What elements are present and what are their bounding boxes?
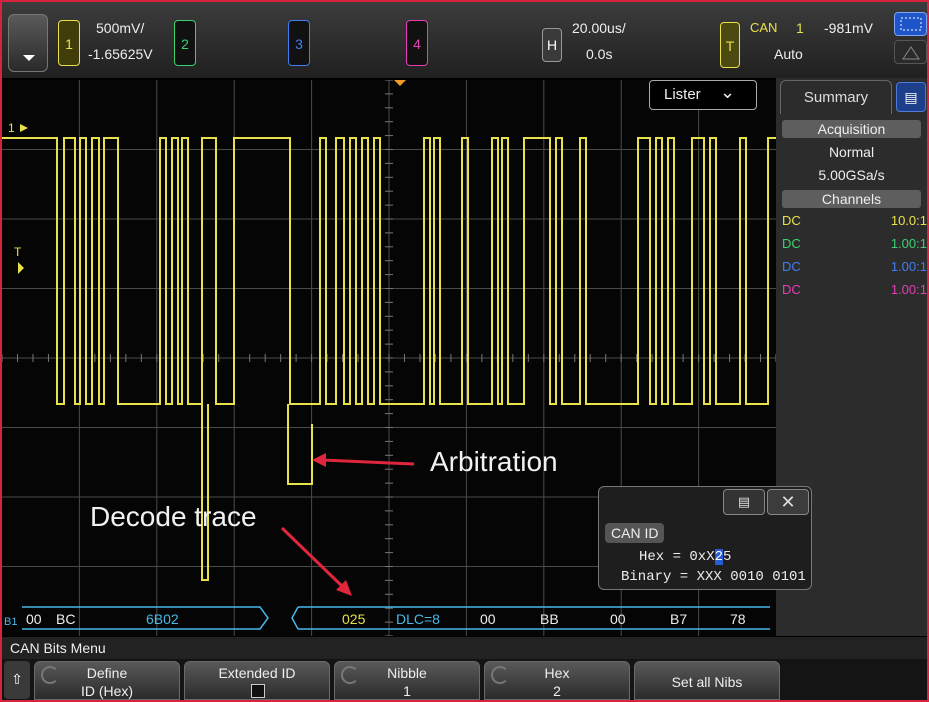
define-id-softkey[interactable]: Define ID (Hex)	[34, 661, 180, 700]
tab-summary[interactable]: Summary	[780, 80, 892, 114]
ch1-scale: 500mV/	[96, 20, 145, 36]
decode-field: 6B02	[146, 611, 179, 627]
hex-suffix: 5	[723, 549, 732, 565]
extended-id-softkey[interactable]: Extended ID	[184, 661, 330, 700]
set-all-nibs-softkey[interactable]: Set all Nibs	[634, 661, 780, 700]
decode-field: B7	[670, 611, 687, 627]
dialog-title: CAN ID	[605, 523, 665, 543]
coupling: DC	[782, 282, 801, 297]
probe-ratio: 1.00:1	[890, 259, 927, 274]
trigger-button[interactable]: T	[720, 22, 740, 68]
channel-2-button[interactable]: 2	[174, 20, 196, 66]
softkey-bar: ⇧ Define ID (Hex) Extended ID Nibble 1 H…	[2, 659, 927, 700]
hex-value[interactable]: Hex = 0xX25	[639, 549, 731, 565]
nibble-softkey[interactable]: Nibble 1	[334, 661, 480, 700]
softkey-label: Extended ID	[218, 665, 296, 681]
softkey-label: Set all Nibs	[671, 674, 743, 690]
trigger-level: -981mV	[824, 20, 874, 36]
timebase-value: 20.00us/	[572, 20, 626, 36]
menu-down-icon	[23, 55, 35, 61]
trigger-marker-label: T	[14, 245, 22, 259]
probe-ratio: 10.0:1	[890, 213, 927, 228]
trigger-mode: Auto	[774, 46, 803, 62]
channel-1-button[interactable]: 1	[58, 20, 80, 66]
chevron-down-icon: ⌄	[720, 82, 736, 102]
arbitration-annotation: Arbitration	[430, 446, 558, 477]
trigger-type: CAN	[750, 20, 778, 35]
list-icon[interactable]: ▤	[723, 489, 765, 515]
top-status-bar: 1 500mV/ -1.65625V 2 3 4 H 20.00us/ 0.0s…	[2, 2, 927, 78]
acquisition-mode: Normal	[828, 144, 875, 160]
delta-icon	[902, 46, 920, 60]
touch-button[interactable]	[894, 40, 927, 64]
decode-field: 00	[480, 611, 496, 627]
coupling: DC	[782, 213, 801, 228]
sample-rate: 5.00GSa/s	[818, 167, 885, 183]
can-id-dialog: ▤ ✕ CAN ID Hex = 0xX25 Binary = XXX 0010…	[598, 486, 812, 590]
trigger-source: 1	[796, 20, 804, 36]
back-up-button[interactable]: ⇧	[4, 661, 30, 699]
softkey-label: Define	[86, 665, 128, 681]
hex-softkey[interactable]: Hex 2	[484, 661, 630, 700]
channel-4-button[interactable]: 4	[406, 20, 428, 66]
hex-cursor-digit: 2	[714, 549, 724, 565]
horizontal-button[interactable]: H	[542, 28, 562, 62]
list-icon[interactable]: ▤	[896, 82, 926, 112]
acquisition-header: Acquisition	[782, 120, 921, 138]
decode-dlc: DLC=8	[396, 611, 440, 627]
zoom-select-button[interactable]	[894, 12, 927, 36]
lister-button[interactable]: Lister ⌄	[649, 80, 757, 110]
binary-value: Binary = XXX 0010 0101	[621, 569, 806, 585]
coupling: DC	[782, 259, 801, 274]
marquee-icon	[900, 17, 922, 31]
lister-label: Lister	[664, 86, 701, 103]
softkey-label: Hex	[544, 665, 570, 681]
decode-can-id: 025	[342, 611, 366, 627]
menu-title: CAN Bits Menu	[2, 637, 927, 659]
softkey-value: 2	[553, 683, 561, 699]
coupling: DC	[782, 236, 801, 251]
main-menu-button[interactable]	[8, 14, 48, 72]
extended-id-checkbox[interactable]	[251, 684, 265, 698]
channels-header: Channels	[782, 190, 921, 208]
channel-3-button[interactable]: 3	[288, 20, 310, 66]
softkey-value: ID (Hex)	[80, 683, 134, 699]
ch1-offset: -1.65625V	[88, 46, 153, 62]
bus-label: B1	[4, 616, 17, 628]
close-icon[interactable]: ✕	[767, 489, 809, 515]
softkey-label: Nibble	[387, 665, 427, 681]
decode-field: 00	[26, 611, 42, 627]
decode-field: BC	[56, 611, 75, 627]
probe-ratio: 1.00:1	[890, 236, 927, 251]
softkey-value: 1	[403, 683, 411, 699]
decode-field: 78	[730, 611, 746, 627]
decode-field: BB	[540, 611, 559, 627]
probe-ratio: 1.00:1	[890, 282, 927, 297]
hex-prefix: Hex = 0xX	[639, 549, 715, 565]
ch1-marker-label: 1	[8, 121, 15, 135]
delay-value: 0.0s	[586, 46, 613, 62]
decode-field: 00	[610, 611, 626, 627]
decode-trace-annotation: Decode trace	[90, 501, 257, 532]
